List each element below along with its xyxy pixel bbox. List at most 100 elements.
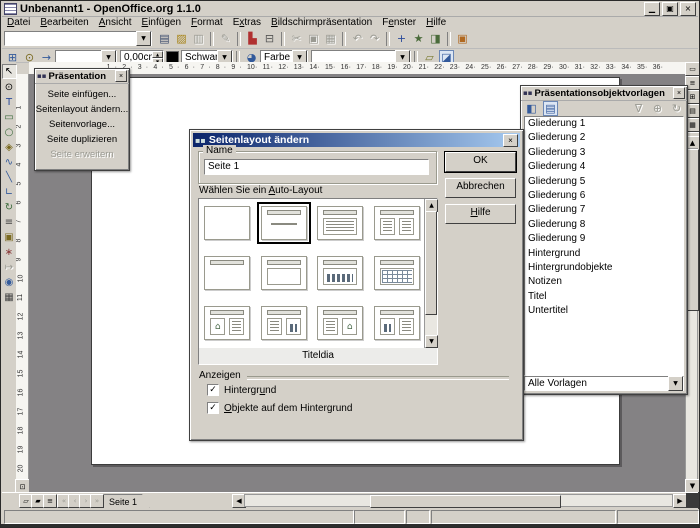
menu-bearbeiten[interactable]: Bearbeiten — [35, 17, 93, 29]
menu-datei[interactable]: Datei — [2, 17, 35, 29]
layout-scrollbar[interactable]: ▲ ▼ — [424, 199, 437, 348]
scroll-down-icon[interactable]: ▼ — [685, 479, 700, 493]
restore-button[interactable]: ▣ — [662, 2, 678, 16]
select-icon[interactable]: ↖ — [2, 64, 17, 79]
fill-format-icon[interactable]: ∇ — [631, 101, 646, 116]
style-item-gliederung-3[interactable]: Gliederung 3 — [525, 146, 683, 160]
layout-title-only[interactable] — [204, 256, 250, 290]
undo-icon[interactable]: ↶ — [350, 31, 365, 46]
style-item-gliederung-8[interactable]: Gliederung 8 — [525, 218, 683, 232]
vertical-ruler[interactable]: 123456789101112131415161718192021 — [15, 74, 29, 479]
palette-item-seite-duplizieren[interactable]: Seite duplizieren — [35, 132, 129, 147]
layout-title-chart-text[interactable] — [374, 306, 420, 340]
zoom-icon[interactable]: ⊙ — [3, 81, 16, 94]
drawing-view-button[interactable]: ▭ — [685, 62, 700, 76]
open-icon[interactable]: ▨ — [174, 31, 189, 46]
menu-extras[interactable]: Extras — [228, 17, 266, 29]
style-item-gliederung-9[interactable]: Gliederung 9 — [525, 232, 683, 246]
style-item-gliederung-2[interactable]: Gliederung 2 — [525, 131, 683, 145]
help-button[interactable]: Hilfe — [445, 204, 516, 224]
layout-title-table[interactable] — [374, 256, 420, 290]
interaction-icon[interactable]: ↦ — [3, 261, 16, 274]
effects-icon[interactable]: ∗ — [3, 246, 16, 259]
palette-item-seite-einf-gen[interactable]: Seite einfügen... — [35, 87, 129, 102]
text-icon[interactable]: T — [3, 96, 16, 109]
connector-icon[interactable]: ∟ — [3, 186, 16, 199]
print-icon[interactable]: ⊟ — [262, 31, 277, 46]
style-item-gliederung-5[interactable]: Gliederung 5 — [525, 175, 683, 189]
scroll-down-icon[interactable]: ▼ — [425, 335, 438, 348]
palette-titlebar[interactable]: ▪▪ Präsentation × — [35, 69, 129, 84]
new-document-icon[interactable]: ▤ — [157, 31, 172, 46]
edit-file-icon[interactable]: ✎ — [218, 31, 233, 46]
close-icon[interactable]: × — [115, 70, 127, 82]
layout-title-2content[interactable] — [374, 206, 420, 240]
layout-title-subtitle[interactable] — [261, 206, 307, 240]
layout-title-content[interactable] — [317, 206, 363, 240]
style-item-notizen[interactable]: Notizen — [525, 275, 683, 289]
gallery-icon[interactable]: ◨ — [428, 31, 443, 46]
insert-image-icon[interactable]: ▣ — [455, 31, 470, 46]
dialog-titlebar[interactable]: ▪▪ Seitenlayout ändern × — [193, 133, 520, 147]
style-item-hintergrund[interactable]: Hintergrund — [525, 247, 683, 261]
style-item-hintergrundobjekte[interactable]: Hintergrundobjekte — [525, 261, 683, 275]
checkbox-checked-icon[interactable]: ✓ — [207, 402, 219, 414]
redo-icon[interactable]: ↷ — [367, 31, 382, 46]
close-icon[interactable]: × — [673, 87, 685, 99]
paste-icon[interactable]: ▦ — [323, 31, 338, 46]
objects3d-icon[interactable]: ◈ — [3, 141, 16, 154]
scroll-right-icon[interactable]: ▶ — [673, 494, 687, 508]
layer-mode-button[interactable]: ≡ — [43, 494, 57, 508]
curve-icon[interactable]: ∿ — [3, 156, 16, 169]
layout-title-text-clipart[interactable]: ⌂ — [317, 306, 363, 340]
style-item-gliederung-4[interactable]: Gliederung 4 — [525, 160, 683, 174]
styles-list[interactable]: Gliederung 1Gliederung 2Gliederung 3Glie… — [524, 116, 684, 376]
layout-title-frame[interactable] — [261, 256, 307, 290]
chevron-down-icon[interactable]: ▼ — [668, 376, 683, 391]
style-item-gliederung-1[interactable]: Gliederung 1 — [525, 117, 683, 131]
ok-button[interactable]: OK — [445, 152, 516, 172]
cancel-button[interactable]: Abbrechen — [445, 178, 516, 198]
style-item-gliederung-6[interactable]: Gliederung 6 — [525, 189, 683, 203]
menu-format[interactable]: Format — [186, 17, 228, 29]
minimize-button[interactable]: ▁ — [644, 2, 660, 16]
layout-scrollbar-thumb[interactable] — [425, 211, 437, 315]
checkbox-checked-icon[interactable]: ✓ — [207, 384, 219, 396]
page-tab[interactable]: Seite 1 — [102, 494, 150, 509]
save-icon[interactable]: ▥ — [191, 31, 206, 46]
chevron-down-icon[interactable]: ▼ — [136, 31, 151, 46]
stylist-titlebar[interactable]: ▪▪ Präsentationsobjektvorlagen × — [521, 86, 687, 101]
close-button[interactable]: × — [680, 2, 696, 16]
style-item-untertitel[interactable]: Untertitel — [525, 304, 683, 318]
page-name-input[interactable]: Seite 1 — [204, 159, 429, 175]
layout-blank[interactable] — [204, 206, 250, 240]
alignment-icon[interactable]: ≡ — [3, 216, 16, 229]
layout-title-clipart-text[interactable]: ⌂ — [204, 306, 250, 340]
graphic-styles-icon[interactable]: ◧ — [524, 101, 539, 116]
horizontal-scrollbar[interactable] — [244, 494, 673, 507]
style-item-gliederung-7[interactable]: Gliederung 7 — [525, 203, 683, 217]
navigator-icon[interactable]: + — [394, 31, 409, 46]
update-style-icon[interactable]: ↻ — [669, 101, 684, 116]
layout-title-text-chart[interactable] — [261, 306, 307, 340]
menu-hilfe[interactable]: Hilfe — [421, 17, 451, 29]
zoom-icon[interactable]: ★ — [411, 31, 426, 46]
palette-item-seitenlayout-ndern[interactable]: Seitenlayout ändern... — [35, 102, 129, 117]
palette-item-seitenvorlage[interactable]: Seitenvorlage... — [35, 117, 129, 132]
line-icon[interactable]: ╲ — [3, 171, 16, 184]
arrange-icon[interactable]: ▣ — [3, 231, 16, 244]
export-pdf-icon[interactable]: ▙ — [245, 31, 260, 46]
menu-ansicht[interactable]: Ansicht — [94, 17, 137, 29]
background-checkbox-row[interactable]: ✓ Hintergrund — [207, 384, 276, 396]
rectangle-icon[interactable]: ▭ — [3, 111, 16, 124]
objects-on-background-checkbox-row[interactable]: ✓ Objekte auf dem Hintergrund — [207, 402, 352, 414]
style-item-titel[interactable]: Titel — [525, 290, 683, 304]
rotate-icon[interactable]: ↻ — [3, 201, 16, 214]
animation-icon[interactable]: ◉ — [3, 276, 16, 289]
ellipse-icon[interactable]: ○ — [3, 126, 16, 139]
presentation-styles-icon[interactable]: ▤ — [543, 101, 558, 116]
new-style-icon[interactable]: ⊕ — [650, 101, 665, 116]
url-combobox[interactable]: ▼ — [4, 31, 152, 46]
styles-filter-select[interactable]: Alle Vorlagen ▼ — [524, 376, 684, 391]
close-icon[interactable]: × — [503, 134, 518, 147]
